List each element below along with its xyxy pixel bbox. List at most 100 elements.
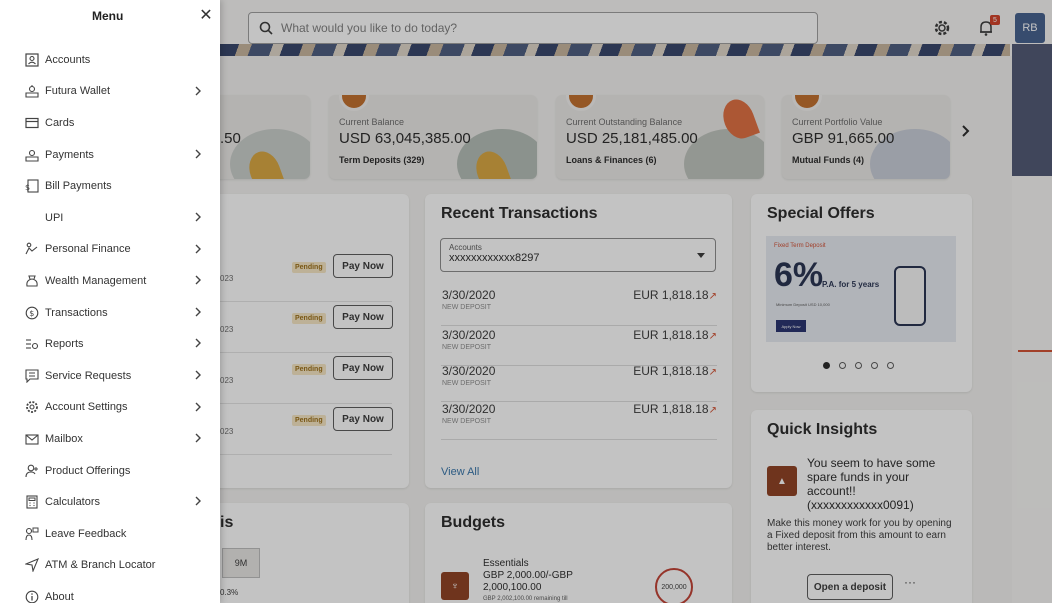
svg-text:$: $ xyxy=(25,183,30,192)
close-icon[interactable]: ✕ xyxy=(196,5,216,25)
account-select-label: Accounts xyxy=(449,243,482,252)
settings-icon xyxy=(24,399,40,415)
side-menu: Menu ✕ Accounts Futura Wallet Cards Paym… xyxy=(0,0,220,603)
menu-item-wealth-management[interactable]: Wealth Management xyxy=(0,265,220,297)
personal-finance-icon xyxy=(24,241,40,257)
menu-item-service-requests[interactable]: Service Requests xyxy=(0,360,220,392)
menu-header: Menu ✕ xyxy=(0,0,220,40)
view-all-link[interactable]: View All xyxy=(441,466,479,478)
phone-illustration xyxy=(894,266,926,326)
balance-sub: Term Deposits (329) xyxy=(339,155,425,165)
chevron-right-icon xyxy=(195,338,201,348)
menu-item-product-offerings[interactable]: Product Offerings xyxy=(0,455,220,487)
apply-now-button[interactable]: Apply Now xyxy=(776,320,806,332)
pay-now-button[interactable]: Pay Now xyxy=(333,254,393,278)
chevron-right-icon xyxy=(195,149,201,159)
transaction-row[interactable]: 3/30/2020 NEW DEPOSIT EUR 1,818.18↗ xyxy=(441,362,717,402)
status-badge: Pending xyxy=(292,364,326,375)
transaction-row[interactable]: 3/30/2020 NEW DEPOSIT EUR 1,818.18↗ xyxy=(441,400,717,440)
search-box[interactable]: What would you like to do today? xyxy=(248,12,818,44)
balance-label: Current Balance xyxy=(339,117,405,127)
info-icon xyxy=(24,589,40,603)
chevron-right-icon xyxy=(195,307,201,317)
carousel-dot[interactable] xyxy=(823,362,830,369)
menu-item-transactions[interactable]: $ Transactions xyxy=(0,297,220,329)
bill-row: 023 Pending Pay Now xyxy=(220,354,393,404)
menu-item-upi[interactable]: UPI xyxy=(0,202,220,234)
pay-now-button[interactable]: Pay Now xyxy=(333,305,393,329)
menu-item-cards[interactable]: Cards xyxy=(0,107,220,139)
menu-item-label: Personal Finance xyxy=(45,243,131,256)
arrow-up-right-icon: ↗ xyxy=(708,291,717,302)
account-select[interactable]: Accounts xxxxxxxxxxxx8297 xyxy=(440,238,716,272)
service-request-icon xyxy=(24,368,40,384)
balance-card-term-deposits[interactable]: Current Balance USD 63,045,385.00 Term D… xyxy=(329,95,537,179)
menu-item-calculators[interactable]: Calculators xyxy=(0,486,220,518)
account-select-value: xxxxxxxxxxxx8297 xyxy=(449,252,540,264)
menu-item-accounts[interactable]: Accounts xyxy=(0,44,220,76)
carousel-dot[interactable] xyxy=(871,362,878,369)
menu-item-label: Cards xyxy=(45,116,75,129)
avatar[interactable]: RB xyxy=(1015,13,1045,43)
menu-item-mailbox[interactable]: Mailbox xyxy=(0,423,220,455)
menu-item-payments[interactable]: Payments xyxy=(0,139,220,171)
offer-banner[interactable]: Fixed Term Deposit 6% P.A. for 5 years M… xyxy=(766,236,956,342)
menu-item-label: Calculators xyxy=(45,496,101,509)
analysis-percent: 0.3% xyxy=(220,588,239,597)
special-offers-title: Special Offers xyxy=(767,205,875,222)
bill-row: 023 Pending Pay Now xyxy=(220,405,393,455)
menu-item-leave-feedback[interactable]: Leave Feedback xyxy=(0,518,220,550)
menu-item-label: Product Offerings xyxy=(45,464,131,477)
analysis-title: is xyxy=(220,514,234,531)
menu-item-futura-wallet[interactable]: Futura Wallet xyxy=(0,76,220,108)
chevron-right-icon xyxy=(195,244,201,254)
chevron-right-icon xyxy=(195,86,201,96)
menu-item-label: Reports xyxy=(45,338,84,351)
transaction-row[interactable]: 3/30/2020 NEW DEPOSIT EUR 1,818.18↗ xyxy=(441,326,717,366)
carousel-dot[interactable] xyxy=(839,362,846,369)
banner-strip xyxy=(220,44,1010,56)
menu-item-atm-branch-locator[interactable]: ATM & Branch Locator xyxy=(0,550,220,582)
carousel-dots xyxy=(823,362,894,369)
budget-text: Essentials GBP 2,000.00/-GBP 2,000,100.0… xyxy=(483,558,573,593)
arrow-up-right-icon: ↗ xyxy=(708,367,717,378)
menu-item-about[interactable]: About xyxy=(0,581,220,603)
menu-item-bill-payments[interactable]: $ Bill Payments xyxy=(0,170,220,202)
pay-now-button[interactable]: Pay Now xyxy=(333,407,393,431)
open-deposit-button[interactable]: Open a deposit xyxy=(807,574,893,600)
balance-card-mutual-funds[interactable]: Current Portfolio Value GBP 91,665.00 Mu… xyxy=(782,95,950,179)
period-9m-button[interactable]: 9M xyxy=(222,548,260,578)
menu-item-personal-finance[interactable]: Personal Finance xyxy=(0,234,220,266)
arrow-up-right-icon: ↗ xyxy=(708,405,717,416)
bill-row: 023 Pending Pay Now xyxy=(220,303,393,353)
menu-item-reports[interactable]: Reports xyxy=(0,328,220,360)
wallet-icon xyxy=(24,83,40,99)
menu-item-account-settings[interactable]: Account Settings xyxy=(0,392,220,424)
carousel-dot[interactable] xyxy=(887,362,894,369)
menu-item-label: Service Requests xyxy=(45,369,132,382)
balance-label: Current Outstanding Balance xyxy=(566,117,683,127)
gear-icon[interactable] xyxy=(932,18,952,38)
chevron-right-icon xyxy=(195,212,201,222)
chevron-right-icon[interactable] xyxy=(960,124,970,138)
menu-item-label: ATM & Branch Locator xyxy=(45,559,156,572)
carousel-dot[interactable] xyxy=(855,362,862,369)
calculator-icon xyxy=(24,494,40,510)
chevron-right-icon xyxy=(195,496,201,506)
payments-icon xyxy=(24,147,40,163)
arrow-up-right-icon: ↗ xyxy=(708,331,717,342)
menu-items: Accounts Futura Wallet Cards Payments $ … xyxy=(0,44,220,603)
transactions-icon: $ xyxy=(24,305,40,321)
balance-label: Current Portfolio Value xyxy=(792,117,883,127)
more-options-icon[interactable]: ··· xyxy=(904,575,916,589)
menu-item-label: Mailbox xyxy=(45,432,83,445)
search-input[interactable]: What would you like to do today? xyxy=(281,21,457,35)
reports-icon xyxy=(24,336,40,352)
notification-badge: 5 xyxy=(990,15,1000,25)
transaction-row[interactable]: 3/30/2020 NEW DEPOSIT EUR 1,818.18↗ xyxy=(441,286,717,326)
menu-item-label: Payments xyxy=(45,148,94,161)
balance-card-loans[interactable]: Current Outstanding Balance USD 25,181,4… xyxy=(556,95,764,179)
balance-sub: Mutual Funds (4) xyxy=(792,155,864,165)
pay-now-button[interactable]: Pay Now xyxy=(333,356,393,380)
mail-icon xyxy=(24,431,40,447)
